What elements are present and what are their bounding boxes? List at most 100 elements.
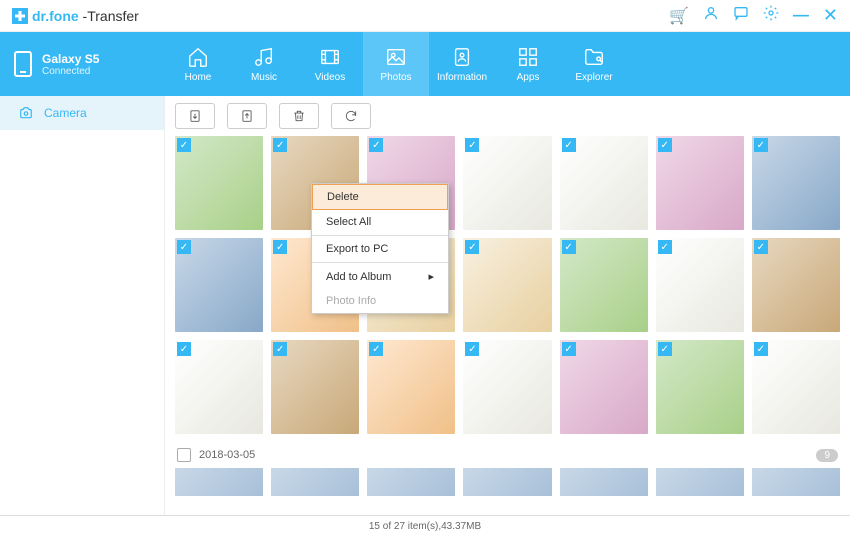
- photo-thumb[interactable]: ✓: [560, 238, 648, 332]
- export-button[interactable]: [227, 103, 267, 129]
- tab-home[interactable]: Home: [165, 32, 231, 96]
- folder-icon: [583, 46, 605, 68]
- device-info: Galaxy S5 Connected: [42, 52, 99, 77]
- check-icon: ✓: [177, 240, 191, 254]
- tab-apps[interactable]: Apps: [495, 32, 561, 96]
- phone-icon: [14, 51, 32, 77]
- window-controls: 🛒 — ✕: [669, 5, 838, 26]
- check-icon: ✓: [562, 342, 576, 356]
- tab-music[interactable]: Music: [231, 32, 297, 96]
- home-icon: [187, 46, 209, 68]
- photo-thumb[interactable]: [271, 468, 359, 496]
- photo-thumb[interactable]: ✓: [752, 340, 840, 434]
- info-icon: [451, 46, 473, 68]
- plus-icon: [12, 8, 28, 24]
- tab-explorer[interactable]: Explorer: [561, 32, 627, 96]
- check-icon: ✓: [177, 342, 191, 356]
- date-count: 9: [816, 449, 838, 462]
- check-icon: ✓: [754, 138, 768, 152]
- nav-tabs: Home Music Videos Photos Information App…: [165, 32, 850, 96]
- photo-thumb[interactable]: ✓: [175, 136, 263, 230]
- titlebar: dr.fone -Transfer 🛒 — ✕: [0, 0, 850, 32]
- check-icon: ✓: [465, 240, 479, 254]
- refresh-button[interactable]: [331, 103, 371, 129]
- minimize-button[interactable]: —: [793, 7, 809, 25]
- device-panel[interactable]: Galaxy S5 Connected: [0, 32, 165, 96]
- check-icon: ✓: [177, 138, 191, 152]
- photo-thumb[interactable]: ✓: [656, 136, 744, 230]
- ctx-select-all[interactable]: Select All: [312, 210, 448, 234]
- feedback-icon[interactable]: [733, 5, 749, 26]
- app-logo: dr.fone -Transfer: [12, 8, 139, 24]
- photo-thumb[interactable]: ✓: [560, 340, 648, 434]
- photo-thumb[interactable]: ✓: [463, 238, 551, 332]
- photo-thumb[interactable]: ✓: [463, 136, 551, 230]
- settings-icon[interactable]: [763, 5, 779, 26]
- photo-thumb[interactable]: [752, 468, 840, 496]
- video-icon: [319, 46, 341, 68]
- check-icon: ✓: [754, 342, 768, 356]
- device-name: Galaxy S5: [42, 52, 99, 66]
- delete-button[interactable]: [279, 103, 319, 129]
- navbar: Galaxy S5 Connected Home Music Videos Ph…: [0, 32, 850, 96]
- ctx-add-to-album[interactable]: Add to Album▸: [312, 264, 448, 289]
- check-icon: ✓: [273, 342, 287, 356]
- check-icon: ✓: [369, 342, 383, 356]
- music-icon: [253, 46, 275, 68]
- photo-thumb[interactable]: ✓: [656, 238, 744, 332]
- check-icon: ✓: [658, 138, 672, 152]
- photo-thumb[interactable]: ✓: [175, 238, 263, 332]
- photo-thumb[interactable]: ✓: [175, 340, 263, 434]
- photo-thumb[interactable]: ✓: [752, 238, 840, 332]
- photo-thumb[interactable]: [367, 468, 455, 496]
- tab-videos[interactable]: Videos: [297, 32, 363, 96]
- check-icon: ✓: [465, 138, 479, 152]
- check-icon: ✓: [658, 240, 672, 254]
- date-label: 2018-03-05: [199, 449, 255, 461]
- checkbox[interactable]: [177, 448, 191, 462]
- photo-thumb[interactable]: [656, 468, 744, 496]
- date-group-header[interactable]: 2018-03-05 9: [175, 442, 840, 468]
- check-icon: ✓: [273, 138, 287, 152]
- photos-icon: [385, 46, 407, 68]
- tab-information[interactable]: Information: [429, 32, 495, 96]
- photo-thumb[interactable]: ✓: [752, 136, 840, 230]
- device-status: Connected: [42, 66, 99, 77]
- apps-icon: [517, 46, 539, 68]
- photo-thumb[interactable]: ✓: [656, 340, 744, 434]
- check-icon: ✓: [273, 240, 287, 254]
- camera-icon: [18, 106, 34, 120]
- photo-thumb[interactable]: ✓: [560, 136, 648, 230]
- app-title: dr.fone -Transfer: [32, 8, 139, 24]
- photo-thumb[interactable]: ✓: [367, 340, 455, 434]
- status-bar: 15 of 27 item(s),43.37MB: [0, 515, 850, 537]
- photo-thumb[interactable]: [175, 468, 263, 496]
- ctx-delete[interactable]: Delete: [312, 184, 448, 210]
- divider: [312, 262, 448, 263]
- tab-photos[interactable]: Photos: [363, 32, 429, 96]
- check-icon: ✓: [369, 138, 383, 152]
- context-menu: Delete Select All Export to PC Add to Al…: [311, 183, 449, 314]
- import-button[interactable]: [175, 103, 215, 129]
- photo-thumb[interactable]: [463, 468, 551, 496]
- divider: [312, 235, 448, 236]
- chevron-right-icon: ▸: [428, 270, 434, 283]
- check-icon: ✓: [465, 342, 479, 356]
- toolbar: [165, 96, 850, 136]
- ctx-export[interactable]: Export to PC: [312, 237, 448, 261]
- photo-thumb[interactable]: ✓: [271, 340, 359, 434]
- photo-grid: ✓ ✓ ✓ ✓ ✓ ✓ ✓ ✓ ✓ ✓ ✓ ✓ ✓ ✓ ✓ ✓ ✓ ✓: [165, 136, 850, 515]
- cart-icon[interactable]: 🛒: [669, 6, 689, 26]
- check-icon: ✓: [562, 240, 576, 254]
- photo-thumb[interactable]: ✓: [463, 340, 551, 434]
- ctx-photo-info: Photo Info: [312, 289, 448, 313]
- check-icon: ✓: [754, 240, 768, 254]
- sidebar: Camera: [0, 96, 165, 515]
- user-icon[interactable]: [703, 5, 719, 26]
- close-button[interactable]: ✕: [823, 5, 838, 26]
- check-icon: ✓: [562, 138, 576, 152]
- sidebar-item-camera[interactable]: Camera: [0, 96, 164, 130]
- check-icon: ✓: [658, 342, 672, 356]
- content: ✓ ✓ ✓ ✓ ✓ ✓ ✓ ✓ ✓ ✓ ✓ ✓ ✓ ✓ ✓ ✓ ✓ ✓: [165, 96, 850, 515]
- photo-thumb[interactable]: [560, 468, 648, 496]
